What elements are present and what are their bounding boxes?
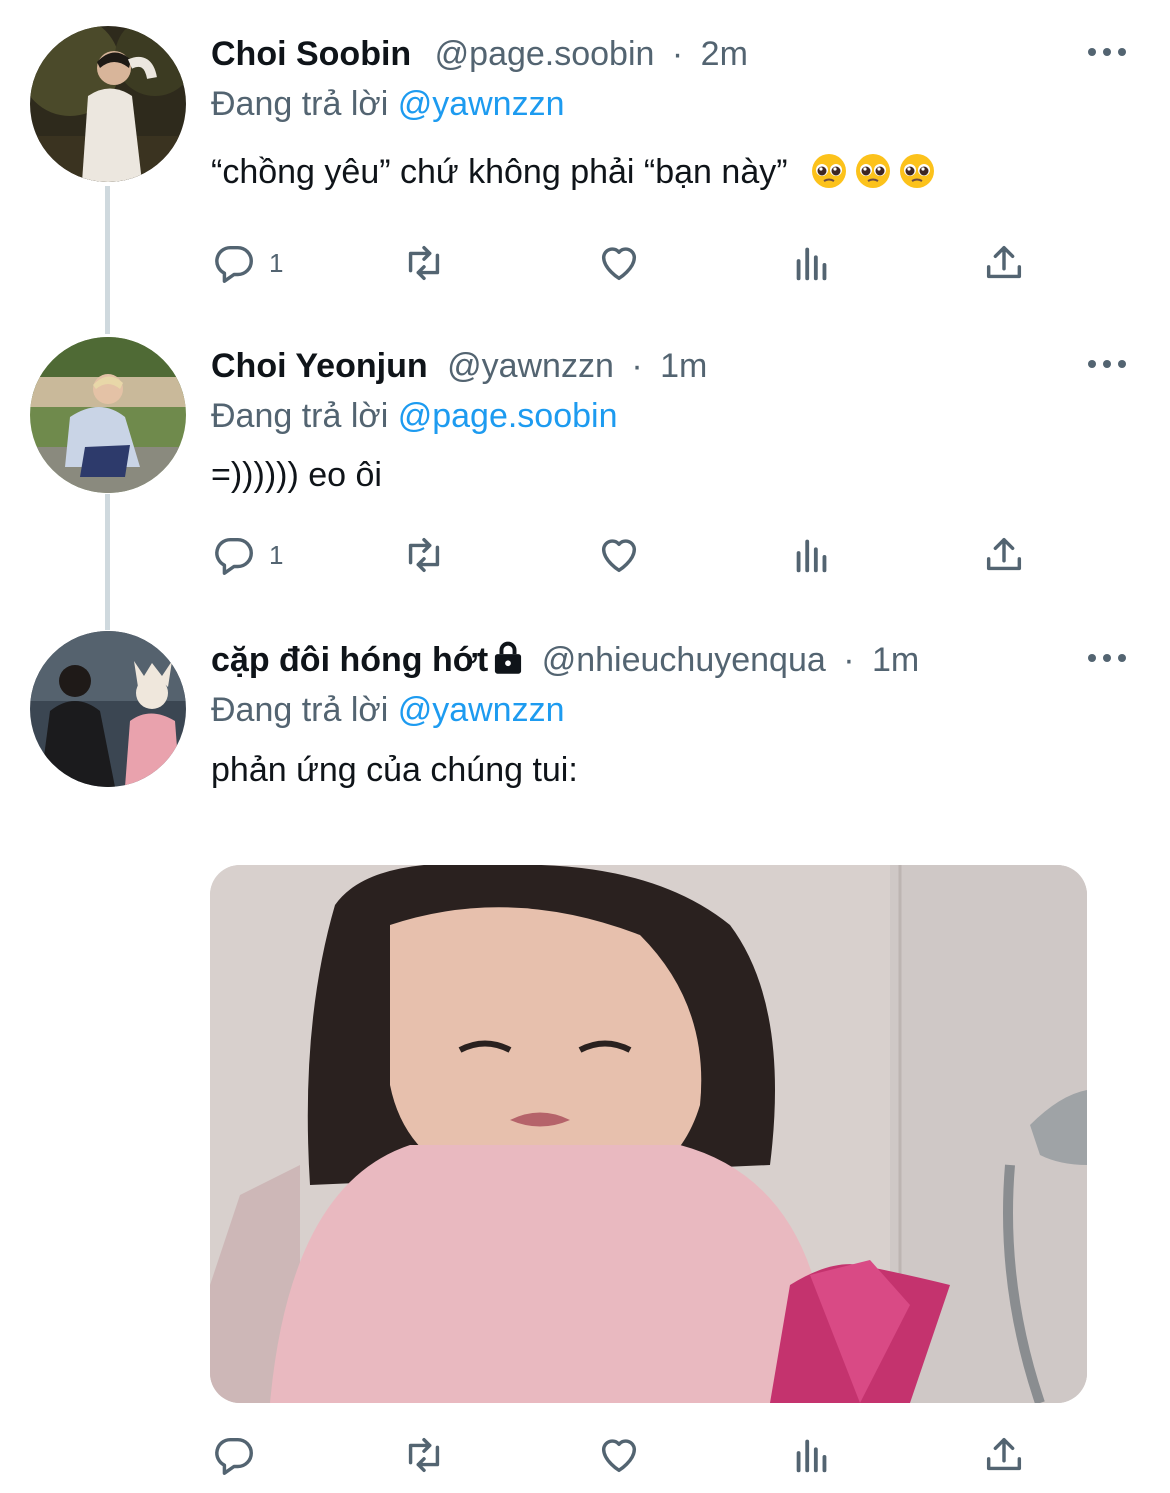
avatar[interactable] bbox=[30, 631, 186, 787]
views-button[interactable] bbox=[789, 1430, 835, 1480]
tweet-text-content: phản ứng của chúng tui: bbox=[211, 751, 578, 789]
more-icon[interactable] bbox=[1088, 358, 1126, 370]
reply-button[interactable] bbox=[211, 1430, 257, 1480]
tweet-header: Choi Soobin @page.soobin · 2m bbox=[211, 34, 748, 74]
action-bar: 1 bbox=[211, 530, 1041, 580]
retweet-button[interactable] bbox=[401, 238, 447, 288]
views-icon bbox=[796, 1439, 827, 1473]
lock-icon bbox=[495, 641, 522, 674]
tweet-text: phản ứng của chúng tui: bbox=[211, 750, 578, 790]
retweet-icon bbox=[408, 245, 440, 281]
tweet-text-content: =)))))) eo ôi bbox=[211, 456, 382, 494]
views-icon bbox=[796, 247, 827, 281]
tweet-text: =)))))) eo ôi bbox=[211, 455, 382, 495]
reply-icon bbox=[215, 1437, 253, 1475]
reply-button[interactable]: 1 bbox=[211, 530, 283, 580]
like-button[interactable] bbox=[596, 238, 642, 288]
like-icon bbox=[601, 1439, 637, 1473]
reply-count: 1 bbox=[269, 539, 284, 570]
author-handle[interactable]: @nhieuchuyenqua bbox=[542, 641, 826, 679]
retweet-button[interactable] bbox=[401, 1430, 447, 1480]
replying-to: Đang trả lời @page.soobin bbox=[211, 396, 618, 436]
separator-dot: · bbox=[843, 641, 855, 679]
reply-count: 1 bbox=[269, 247, 284, 278]
like-button[interactable] bbox=[596, 530, 642, 580]
pleading-face-icon bbox=[856, 154, 891, 188]
tweet-header: cặp đôi hóng hớt @nhieuchuyenqua · 1m bbox=[211, 640, 919, 680]
replying-prefix: Đang trả lời bbox=[211, 397, 398, 435]
timestamp[interactable]: 1m bbox=[872, 641, 919, 679]
pleading-face-icon bbox=[900, 154, 935, 188]
author-name[interactable]: cặp đôi hóng hớt bbox=[211, 641, 488, 679]
reply-icon bbox=[215, 537, 253, 575]
mention-link[interactable]: @yawnzzn bbox=[398, 85, 565, 123]
tweet-text-content: “chồng yêu” chứ không phải “bạn này” bbox=[211, 153, 788, 191]
reply-button[interactable]: 1 bbox=[211, 238, 283, 288]
retweet-button[interactable] bbox=[401, 530, 447, 580]
retweet-icon bbox=[408, 1437, 440, 1473]
action-bar bbox=[211, 1430, 1041, 1480]
mention-link[interactable]: @page.soobin bbox=[398, 397, 618, 435]
mention-link[interactable]: @yawnzzn bbox=[398, 691, 565, 729]
thread-line-1 bbox=[105, 186, 110, 334]
share-button[interactable] bbox=[981, 238, 1027, 288]
separator-dot: · bbox=[671, 35, 684, 73]
separator-dot: · bbox=[631, 347, 643, 385]
action-bar: 1 bbox=[211, 238, 1041, 288]
share-button[interactable] bbox=[981, 1430, 1027, 1480]
more-icon[interactable] bbox=[1088, 46, 1126, 58]
timestamp[interactable]: 2m bbox=[701, 35, 748, 73]
views-button[interactable] bbox=[789, 238, 835, 288]
share-icon bbox=[986, 537, 1022, 571]
reply-icon bbox=[215, 245, 253, 283]
author-handle[interactable]: @page.soobin bbox=[435, 35, 655, 73]
views-icon bbox=[796, 539, 827, 573]
like-icon bbox=[601, 247, 637, 281]
author-name[interactable]: Choi Yeonjun bbox=[211, 347, 428, 385]
share-icon bbox=[986, 1437, 1022, 1471]
more-icon[interactable] bbox=[1088, 652, 1126, 664]
avatar[interactable] bbox=[30, 337, 186, 493]
share-button[interactable] bbox=[981, 530, 1027, 580]
retweet-icon bbox=[408, 537, 440, 573]
replying-to: Đang trả lời @yawnzzn bbox=[211, 690, 565, 730]
replying-prefix: Đang trả lời bbox=[211, 85, 398, 123]
tweet-text: “chồng yêu” chứ không phải “bạn này” bbox=[211, 152, 935, 192]
replying-to: Đang trả lời @yawnzzn bbox=[211, 84, 565, 124]
author-handle[interactable]: @yawnzzn bbox=[447, 347, 614, 385]
share-icon bbox=[986, 245, 1022, 279]
author-name[interactable]: Choi Soobin bbox=[211, 35, 411, 73]
tweet-media-photo[interactable] bbox=[210, 865, 1087, 1403]
avatar[interactable] bbox=[30, 26, 186, 182]
like-button[interactable] bbox=[596, 1430, 642, 1480]
replying-prefix: Đang trả lời bbox=[211, 691, 398, 729]
thread-line-2 bbox=[105, 494, 110, 630]
tweet-header: Choi Yeonjun @yawnzzn · 1m bbox=[211, 346, 707, 386]
timestamp[interactable]: 1m bbox=[660, 347, 707, 385]
views-button[interactable] bbox=[789, 530, 835, 580]
pleading-face-icon bbox=[812, 154, 847, 188]
like-icon bbox=[601, 539, 637, 573]
